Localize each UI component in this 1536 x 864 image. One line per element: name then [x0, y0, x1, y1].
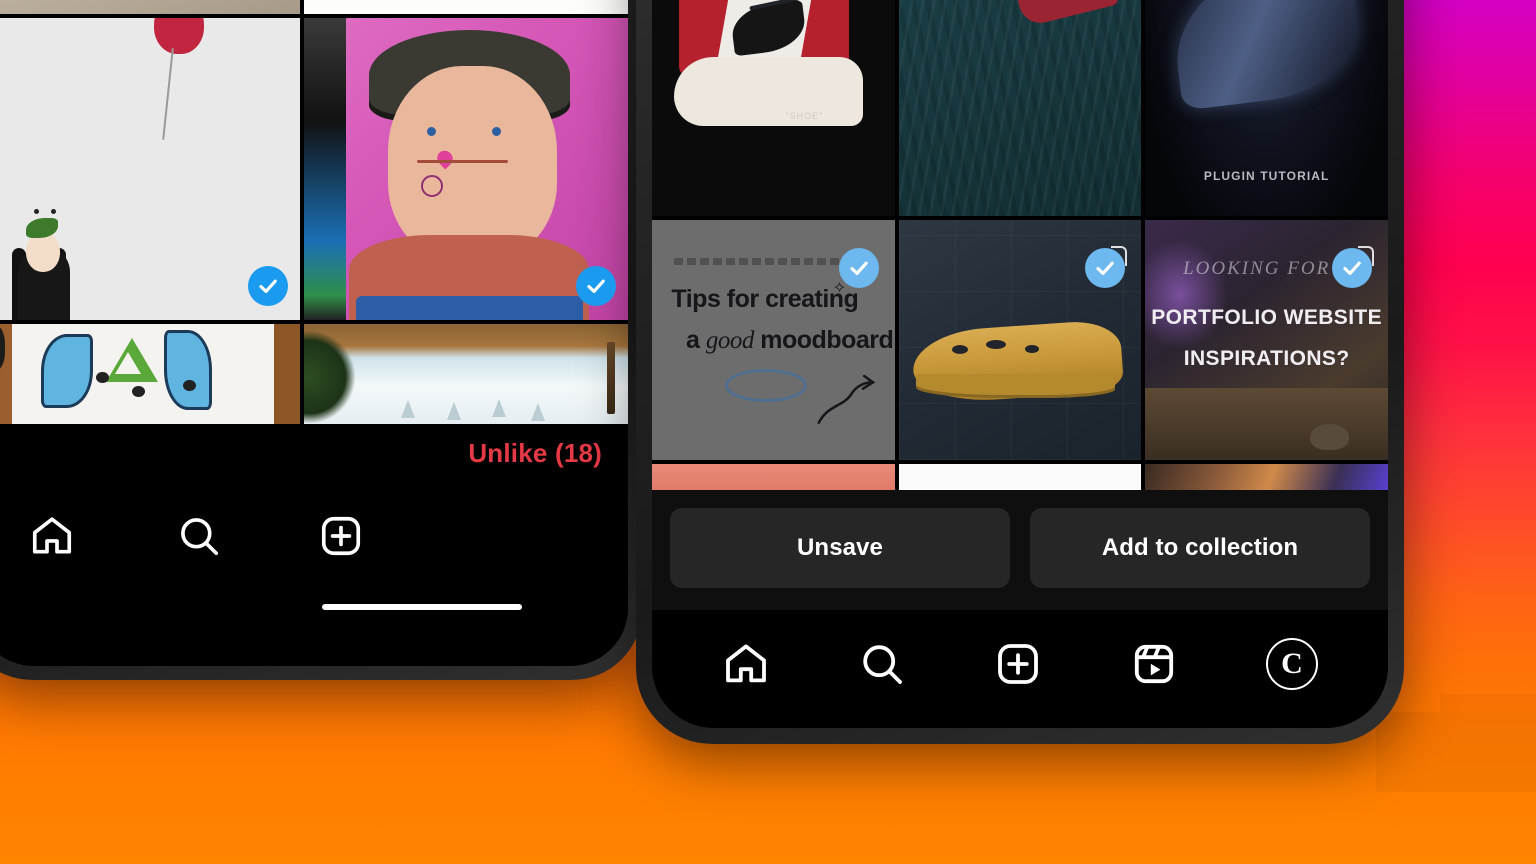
nav-search-button[interactable] [128, 513, 270, 559]
avatar-letter: C [1281, 647, 1303, 680]
portfolio-heading-line1: PORTFOLIO WEBSITE [1151, 306, 1383, 330]
nav-create-button[interactable] [270, 513, 412, 559]
screenshot-stage: PRIME MEATS EXTRAORDI [0, 0, 1536, 864]
grid-tile-shoe-water[interactable] [898, 0, 1142, 216]
jordan-sneaker-photo: "SHOE" [652, 0, 895, 216]
search-icon [181, 518, 219, 556]
right-phone-screen: "SHOE" PLUGIN TUTORIAL Tips for creating… [652, 0, 1388, 728]
sneaker-water-photo [898, 0, 1142, 216]
grid-tile-portrait[interactable] [304, 18, 628, 320]
selection-check-badge[interactable] [838, 248, 879, 288]
home-indicator[interactable] [322, 604, 522, 610]
right-phone-device: "SHOE" PLUGIN TUTORIAL Tips for creating… [636, 0, 1404, 744]
moodboard-title-emphasis: good [705, 326, 755, 354]
nike-chrometype-artwork: CHROMETYPE THROU PHOTOSHOP NIKE PLUGIN T… [1145, 0, 1388, 216]
colorful-artwork [1145, 464, 1388, 490]
left-phone-device: PRIME MEATS EXTRAORDI [0, 0, 642, 680]
nav-home-button[interactable] [722, 640, 770, 688]
left-phone-screen: PRIME MEATS EXTRAORDI [0, 0, 628, 666]
check-icon [1096, 261, 1115, 275]
liked-posts-grid: PRIME MEATS EXTRAORDI [0, 0, 628, 424]
grid-tile-sketch[interactable] [0, 0, 300, 14]
portfolio-heading-line2: INSPIRATIONS? [1183, 347, 1350, 371]
search-icon [863, 645, 902, 684]
home-icon [32, 517, 72, 554]
nav-profile-button[interactable]: C [1266, 638, 1318, 690]
right-bottom-nav: C [652, 610, 1388, 706]
nike-footer-label: PLUGIN TUTORIAL [1203, 168, 1330, 183]
add-to-collection-button[interactable]: Add to collection [1030, 508, 1370, 588]
grid-tile-nike-chrome[interactable]: CHROMETYPE THROU PHOTOSHOP NIKE PLUGIN T… [1145, 0, 1388, 216]
grid-tile-girl-balloon[interactable] [0, 18, 300, 320]
check-icon [587, 279, 605, 293]
background-artifact-secondary [1440, 694, 1536, 712]
saved-posts-grid: "SHOE" PLUGIN TUTORIAL Tips for creating… [652, 0, 1388, 490]
grid-tile-colorful[interactable] [1145, 464, 1388, 490]
check-icon [259, 279, 277, 293]
home-icon [726, 644, 766, 683]
saved-action-sheet: Unsave Add to collection [652, 490, 1388, 610]
grid-tile-salmon[interactable] [652, 464, 895, 490]
prime-meats-artwork: PRIME MEATS EXTRAORDI [304, 0, 628, 14]
curved-arrow-icon [817, 374, 875, 424]
selection-check-badge[interactable] [1332, 248, 1372, 288]
grid-tile-portfolio[interactable]: LOOKING FOR A PORTFOLIO WEBSITE INSPIRAT… [1145, 220, 1388, 460]
moodboard-title-line2-a: a [685, 325, 706, 354]
right-home-indicator-area [652, 706, 1388, 728]
check-icon [850, 261, 868, 275]
grid-tile-white[interactable] [898, 464, 1142, 490]
salmon-artwork [652, 464, 895, 490]
left-home-indicator-area [0, 577, 628, 637]
sketch-artwork [0, 0, 300, 14]
check-icon [1343, 261, 1361, 275]
unlike-button[interactable]: Unlike (18) [468, 438, 602, 469]
plus-square-icon [998, 644, 1038, 684]
profile-avatar-icon: C [1266, 638, 1318, 690]
grid-tile-snowy[interactable] [304, 324, 628, 424]
white-artwork [898, 464, 1142, 490]
grid-tile-foam-runner[interactable] [898, 220, 1142, 460]
grid-tile-butcher[interactable]: PRIME MEATS EXTRAORDI [304, 0, 628, 14]
grid-tile-jordan[interactable]: "SHOE" [652, 0, 895, 216]
selection-check-badge[interactable] [576, 266, 616, 306]
grid-tile-moodboard[interactable]: Tips for creating a good moodboard ✧ [652, 220, 895, 460]
plus-square-icon [321, 516, 361, 556]
moodboard-title-line2-b: moodboard [753, 325, 894, 354]
unsave-button[interactable]: Unsave [670, 508, 1010, 588]
graffiti-artwork [0, 324, 300, 424]
nav-search-button[interactable] [858, 640, 906, 688]
nav-create-button[interactable] [994, 640, 1042, 688]
grid-tile-graffiti[interactable] [0, 324, 300, 424]
left-bottom-nav [0, 485, 628, 577]
left-action-bar: Unlike (18) [0, 424, 628, 485]
reels-icon [1134, 644, 1174, 684]
moodboard-title-line1: Tips for creating [671, 284, 859, 313]
selection-check-badge[interactable] [248, 266, 288, 306]
snowy-landscape-artwork [304, 324, 628, 424]
nav-home-button[interactable] [0, 513, 128, 559]
nav-reels-button[interactable] [1130, 640, 1178, 688]
